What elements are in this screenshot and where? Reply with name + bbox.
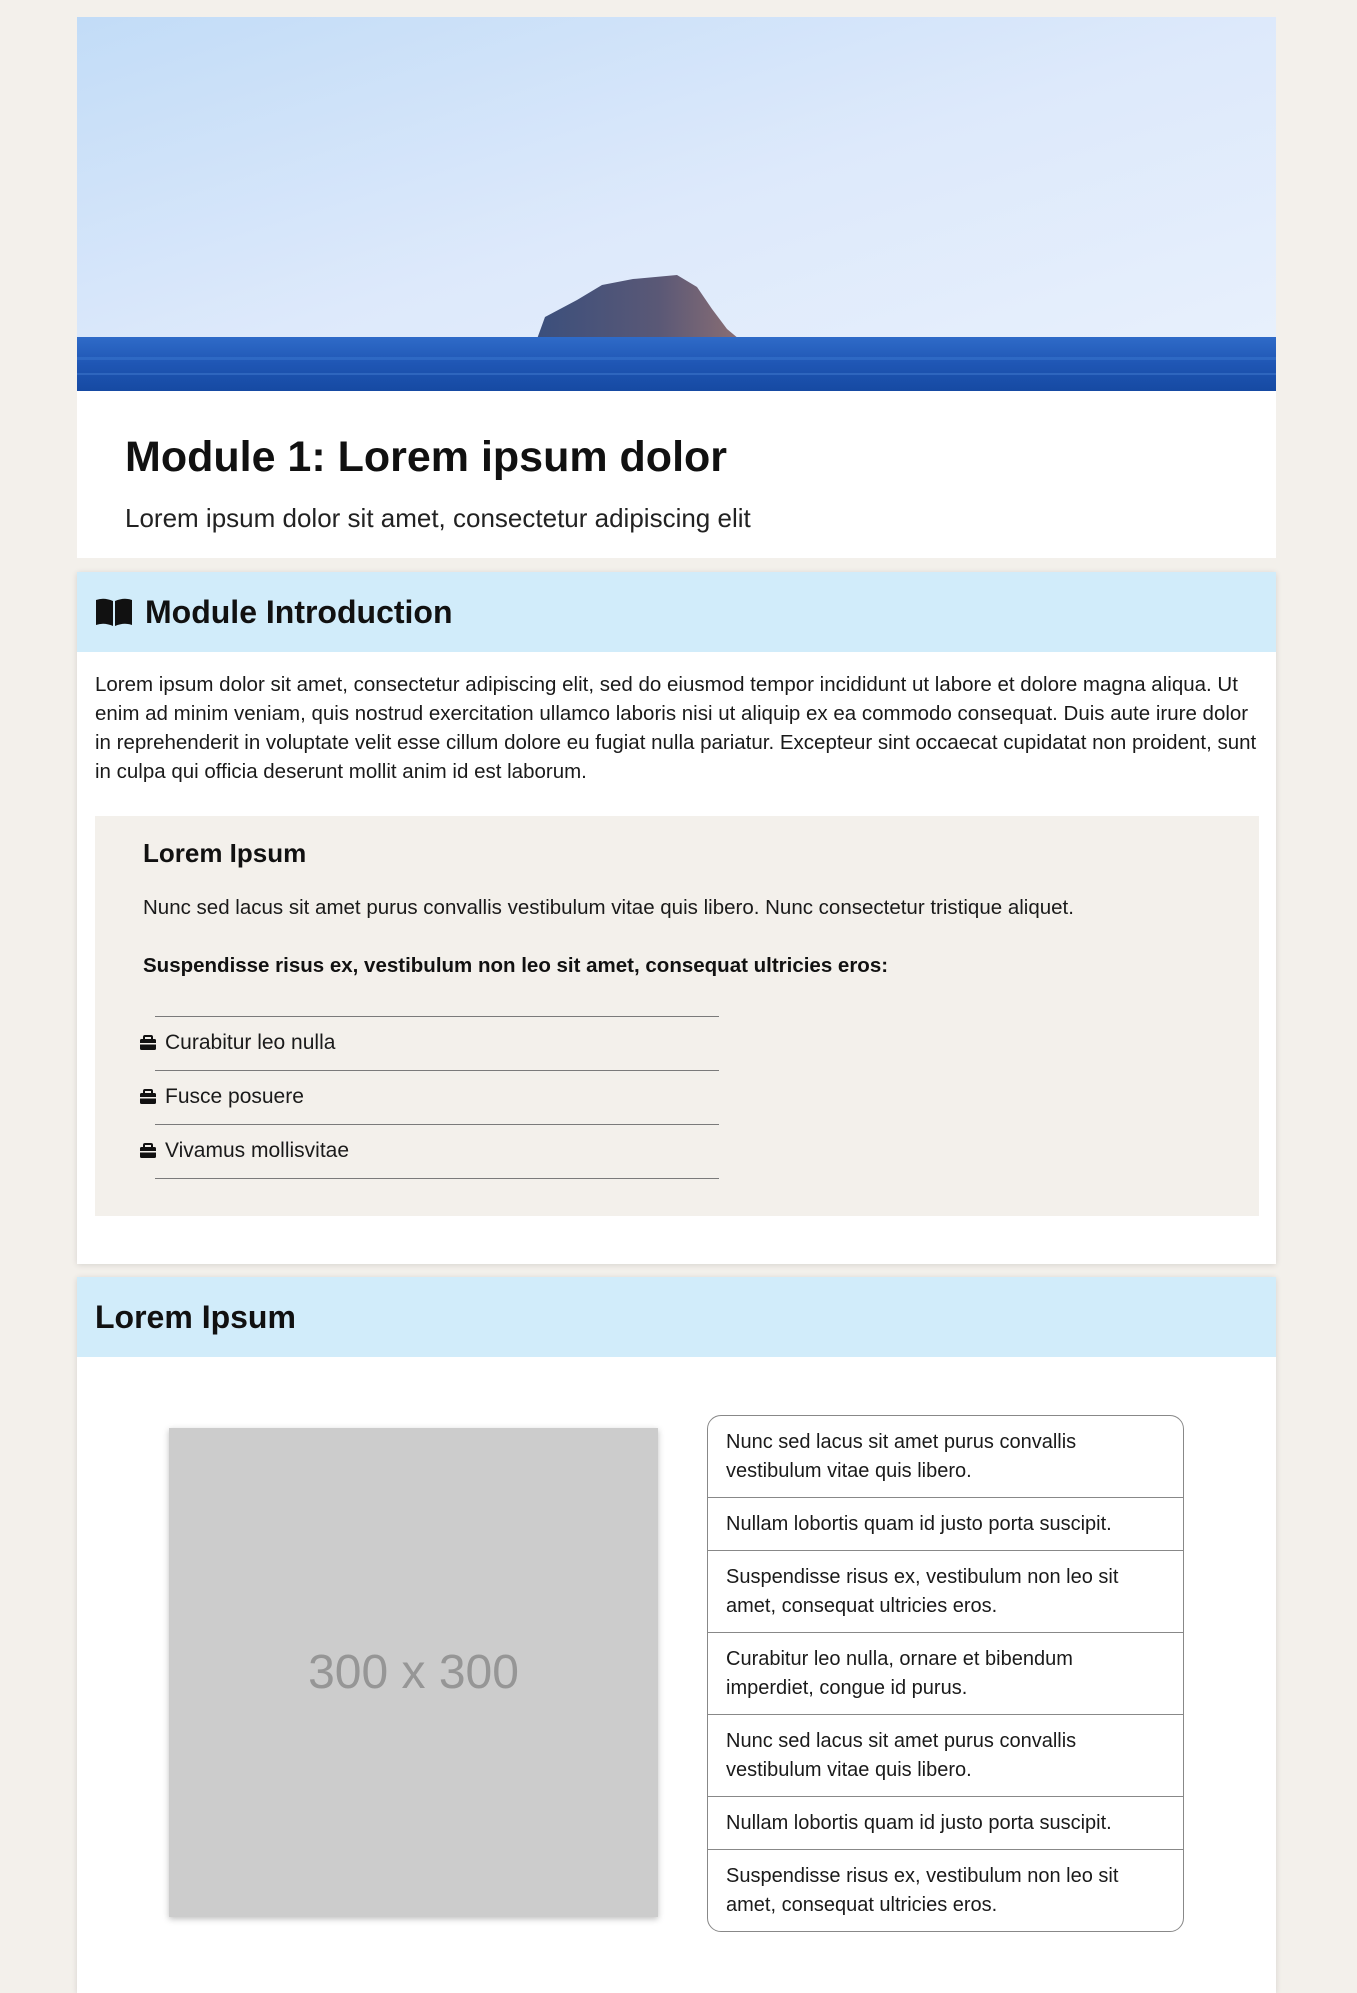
box-item-list: Curabitur leo nulla Fusce posuere Vivamu… [139,1016,759,1179]
lorem-ipsum-heading: Lorem Ipsum [95,1298,296,1335]
page-subtitle: Lorem ipsum dolor sit amet, consectetur … [125,503,751,533]
briefcase-icon [139,1143,157,1159]
briefcase-icon [139,1035,157,1051]
list-item-label: Fusce posuere [165,1085,304,1108]
module-introduction-card: Module Introduction Lorem ipsum dolor si… [77,572,1276,1264]
hero-card: Module 1: Lorem ipsum dolor Lorem ipsum … [77,17,1276,558]
list-item: Vivamus mollisvitae [139,1124,759,1179]
list-item: Nunc sed lacus sit amet purus convallis … [726,1431,1077,1482]
hero-image-sea-rock [77,17,1276,391]
lorem-ipsum-box: Lorem Ipsum Nunc sed lacus sit amet puru… [95,816,1259,1216]
page-title: Module 1: Lorem ipsum dolor [125,433,728,481]
lorem-ipsum-card: Lorem Ipsum 300 x 300 Nunc sed lacus sit… [77,1277,1276,1993]
box-bold-text: Suspendisse risus ex, vestibulum non leo… [143,954,889,977]
lorem-ipsum-header: Lorem Ipsum [77,1277,1276,1357]
book-open-icon [95,597,133,627]
list-item: Suspendisse risus ex, vestibulum non leo… [708,1849,1183,1931]
module-introduction-heading: Module Introduction [145,593,453,630]
box-text: Nunc sed lacus sit amet purus convallis … [143,896,1074,919]
intro-paragraph: Lorem ipsum dolor sit amet, consectetur … [95,673,1257,783]
list-item: Fusce posuere [139,1070,759,1124]
list-item: Curabitur leo nulla, ornare et bibendum … [708,1632,1183,1714]
list-item: Nullam lobortis quam id justo porta susc… [708,1497,1183,1550]
briefcase-icon [139,1089,157,1105]
box-title: Lorem Ipsum [143,838,307,868]
placeholder-image: 300 x 300 [169,1428,658,1917]
list-item-label: Curabitur leo nulla [165,1031,336,1054]
list-item-label: Vivamus mollisvitae [165,1139,350,1162]
list-item: Curabitur leo nulla [139,1016,759,1070]
info-list: Nunc sed lacus sit amet purus convallis … [707,1415,1184,1932]
placeholder-label: 300 x 300 [308,1646,519,1699]
list-item: Suspendisse risus ex, vestibulum non leo… [708,1550,1183,1632]
module-introduction-header: Module Introduction [77,572,1276,652]
list-item: Nunc sed lacus sit amet purus convallis … [708,1714,1183,1796]
list-item: Nullam lobortis quam id justo porta susc… [708,1796,1183,1849]
page: Module 1: Lorem ipsum dolor Lorem ipsum … [0,0,1357,1993]
